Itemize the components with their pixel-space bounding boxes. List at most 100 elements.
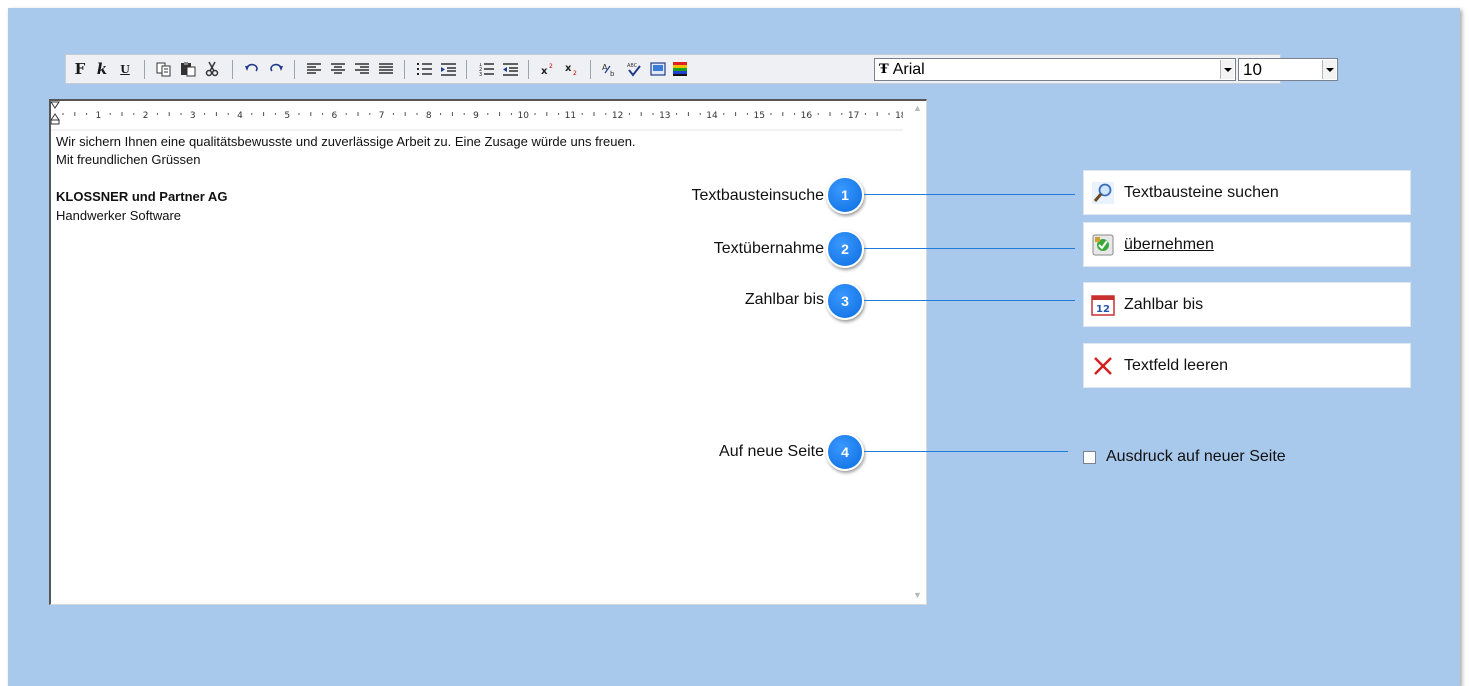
align-center-icon[interactable]	[328, 59, 348, 79]
callout-badge: 3	[826, 282, 864, 320]
toolbar-separator	[466, 60, 467, 79]
align-right-icon[interactable]	[352, 59, 372, 79]
toolbar-separator	[404, 60, 405, 79]
undo-icon[interactable]	[242, 59, 262, 79]
truetype-icon: Ŧ	[879, 62, 889, 77]
callout-badge: 2	[826, 230, 864, 268]
ruler-number: 1	[96, 111, 102, 121]
ruler-number: 5	[284, 111, 290, 121]
ruler-number: 13	[659, 111, 670, 121]
new-page-checkbox-row[interactable]: Ausdruck auf neuer Seite	[1083, 448, 1286, 466]
superscript-icon[interactable]: x2	[538, 59, 558, 79]
text-editor[interactable]: 123456789101112131415161718 ▲ ▼ Wir sich…	[49, 99, 927, 605]
ruler-number: 14	[706, 111, 718, 121]
payable-until-label: Zahlbar bis	[1124, 295, 1204, 313]
font-size-value: 10	[1243, 59, 1262, 79]
ruler-number: 12	[612, 111, 623, 121]
subscript-icon[interactable]: x2	[562, 59, 582, 79]
ruler-number: 11	[565, 111, 576, 121]
ruler-number: 3	[190, 111, 196, 121]
callout-label: Zahlbar bis	[744, 291, 824, 308]
search-textblocks-label: Textbausteine suchen	[1124, 183, 1279, 201]
cut-icon[interactable]	[202, 59, 222, 79]
toolbar-separator	[232, 60, 233, 79]
svg-text:2: 2	[573, 70, 577, 75]
paste-icon[interactable]	[178, 59, 198, 79]
font-family-select[interactable]: Ŧ Arial	[874, 58, 1236, 81]
font-size-select[interactable]: 10	[1238, 58, 1338, 81]
clear-textfield-label: Textfeld leeren	[1124, 356, 1229, 374]
callout-connector	[864, 451, 1068, 452]
callout-connector	[864, 248, 1075, 249]
payable-until-button[interactable]: 12 Zahlbar bis	[1083, 282, 1411, 327]
ruler[interactable]: 123456789101112131415161718	[50, 101, 907, 131]
callout-connector	[864, 300, 1075, 301]
ruler-number: 8	[426, 111, 432, 121]
chevron-down-icon[interactable]	[1220, 60, 1234, 79]
align-left-icon[interactable]	[304, 59, 324, 79]
search-textblocks-button[interactable]: Textbausteine suchen	[1083, 170, 1411, 215]
close-icon	[1090, 353, 1116, 379]
ruler-number: 4	[237, 111, 243, 121]
new-page-checkbox[interactable]	[1083, 450, 1096, 464]
callout-connector	[864, 194, 1075, 195]
callout-label: Auf neue Seite	[719, 443, 824, 460]
svg-text:ABC: ABC	[627, 63, 638, 69]
ruler-number: 10	[517, 111, 529, 121]
callout-badge: 4	[826, 433, 864, 471]
align-justify-icon[interactable]	[376, 59, 396, 79]
editor-line: Handwerker Software	[56, 208, 181, 223]
toolbar-separator	[294, 60, 295, 79]
formatting-toolbar: F k U 1 2 3 x 2 x 2 A b ABC Ŧ Arial 10	[65, 54, 1338, 84]
ruler-number: 16	[801, 111, 813, 121]
callout-label: Textübernahme	[713, 240, 824, 257]
svg-text:3: 3	[479, 72, 482, 76]
accept-icon	[1090, 232, 1116, 258]
replace-icon[interactable]: Ab	[600, 59, 620, 79]
ruler-scale: 123456789101112131415161718	[50, 101, 907, 131]
accept-label: übernehmen	[1124, 235, 1214, 253]
bullet-list-icon[interactable]	[414, 59, 434, 79]
accept-button[interactable]: übernehmen	[1083, 222, 1411, 267]
ruler-number: 9	[473, 111, 479, 121]
color-icon[interactable]	[670, 59, 690, 79]
chevron-down-icon[interactable]	[1322, 60, 1336, 79]
ruler-number: 2	[143, 111, 149, 121]
callout-label: Textbausteinsuche	[691, 187, 824, 204]
toolbar-separator	[144, 60, 145, 79]
toolbar-separator	[590, 60, 591, 79]
editor-line-company: KLOSSNER und Partner AG	[56, 189, 228, 204]
clear-textfield-button[interactable]: Textfeld leeren	[1083, 343, 1411, 388]
callout-badge: 1	[826, 176, 864, 214]
svg-text:x: x	[565, 63, 572, 74]
copy-icon[interactable]	[154, 59, 174, 79]
editor-line: Mit freundlichen Grüssen	[56, 152, 201, 167]
spellcheck-icon[interactable]: ABC	[624, 59, 644, 79]
svg-text:x: x	[541, 66, 548, 75]
outdent-icon[interactable]	[500, 59, 520, 79]
frame-icon[interactable]	[648, 59, 668, 79]
calendar-day-label: 12	[1096, 304, 1110, 315]
redo-icon[interactable]	[266, 59, 286, 79]
new-page-checkbox-label: Ausdruck auf neuer Seite	[1106, 448, 1286, 465]
toolbar-separator	[528, 60, 529, 79]
ruler-number: 18	[895, 111, 903, 121]
underline-button[interactable]: U	[116, 59, 134, 79]
ruler-number: 7	[379, 111, 385, 121]
calendar-icon: 12	[1090, 292, 1116, 318]
chevron-up-icon[interactable]: ▲	[913, 103, 922, 113]
svg-text:2: 2	[549, 63, 553, 70]
chevron-down-icon[interactable]: ▼	[913, 590, 922, 600]
italic-button[interactable]: k	[93, 59, 111, 79]
bold-button[interactable]: F	[71, 59, 89, 79]
numbered-list-icon[interactable]: 123	[476, 59, 496, 79]
search-icon	[1090, 180, 1116, 206]
ruler-number: 17	[848, 111, 859, 121]
svg-text:b: b	[610, 70, 615, 77]
ruler-number: 15	[753, 111, 764, 121]
indent-icon[interactable]	[438, 59, 458, 79]
form-panel: F k U 1 2 3 x 2 x 2 A b ABC Ŧ Arial 10 1…	[8, 8, 1460, 686]
ruler-number: 6	[332, 111, 338, 121]
editor-line: Wir sichern Ihnen eine qualitätsbewusste…	[56, 134, 636, 149]
vertical-scrollbar[interactable]: ▲ ▼	[909, 101, 926, 604]
